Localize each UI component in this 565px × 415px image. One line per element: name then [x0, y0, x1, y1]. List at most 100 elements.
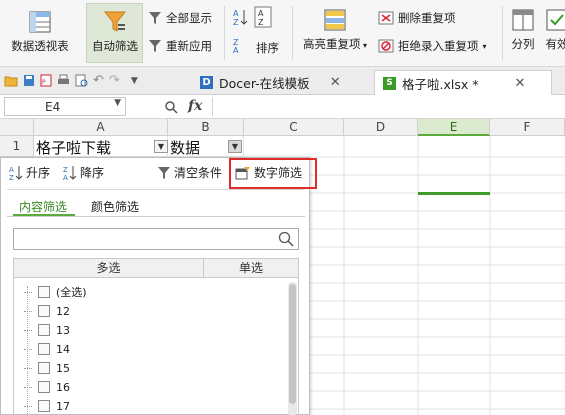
sort-label[interactable]: 排序: [256, 40, 279, 56]
sort-ascending-label: 升序: [26, 166, 51, 180]
list-item[interactable]: 12: [24, 303, 70, 319]
ribbon-toolbar: 数据透视表 自动筛选 全部显示 重新应用 A Z A Z Z A 排序 高亮重复…: [0, 0, 565, 67]
filter-search-input[interactable]: [13, 228, 299, 250]
sort-desc-quick-button[interactable]: Z A: [232, 38, 248, 54]
tab-workbook-label: 格子啦.xlsx *: [402, 76, 479, 92]
tab-content-filter[interactable]: 内容筛选: [19, 198, 67, 215]
svg-text:Z: Z: [233, 18, 239, 26]
checkbox[interactable]: [38, 286, 50, 298]
svg-text:A: A: [233, 46, 239, 54]
list-item[interactable]: 15: [24, 360, 70, 376]
name-box[interactable]: E4 ▼: [4, 97, 126, 116]
list-item-label: (全选): [56, 286, 87, 299]
zoom-function-icon[interactable]: [164, 100, 178, 114]
list-item-label: 14: [56, 342, 70, 356]
highlight-duplicates-button[interactable]: 高亮重复项 ▾: [298, 8, 372, 52]
document-tab-bar: P ↶ ↷ ▼ D Docer-在线模板 ✕ S 格子啦.xlsx * ✕: [0, 67, 565, 95]
list-item[interactable]: (全选): [24, 284, 87, 300]
remove-duplicates-button[interactable]: 删除重复项: [378, 10, 456, 26]
reject-duplicates-button[interactable]: 拒绝录入重复项 ▾: [378, 38, 487, 54]
list-item[interactable]: 17: [24, 398, 70, 414]
pivot-table-icon: [29, 11, 51, 33]
tab-color-filter[interactable]: 颜色筛选: [91, 198, 139, 215]
checkbox[interactable]: [38, 324, 50, 336]
list-item-label: 17: [56, 399, 70, 413]
sort-icon: A Z: [254, 6, 272, 28]
pivot-table-button[interactable]: 数据透视表: [8, 10, 72, 54]
validation-button[interactable]: 有效: [542, 8, 565, 52]
funnel-refresh-icon: [149, 40, 161, 52]
active-tab-underline: [13, 214, 75, 216]
list-item[interactable]: 14: [24, 341, 70, 357]
auto-filter-button[interactable]: 自动筛选: [88, 10, 142, 54]
sort-button-top[interactable]: A Z: [254, 6, 272, 28]
close-tab-icon[interactable]: ✕: [330, 75, 341, 90]
checkbox[interactable]: [38, 381, 50, 393]
sort-ascending-icon: A Z: [9, 165, 23, 181]
undo-icon[interactable]: ↶: [93, 73, 104, 88]
tab-docer-label: Docer-在线模板: [219, 76, 310, 91]
export-pdf-icon[interactable]: P: [40, 74, 52, 87]
reapply-button[interactable]: 重新应用: [148, 38, 212, 54]
formula-input[interactable]: [212, 97, 565, 116]
sort-az-icon: A Z: [233, 9, 248, 26]
clear-conditions-button[interactable]: 清空条件: [157, 164, 222, 181]
split-column-label: 分列: [511, 37, 535, 51]
checkbox[interactable]: [38, 343, 50, 355]
close-tab-icon[interactable]: ✕: [514, 76, 525, 91]
checkbox[interactable]: [38, 400, 50, 412]
clear-filter-icon: [158, 166, 170, 179]
filter-value-list: (全选) 12 13 14 15 16 17: [13, 278, 299, 415]
list-item-label: 16: [56, 380, 70, 394]
spreadsheet-icon: S: [383, 76, 396, 90]
list-item-label: 13: [56, 323, 70, 337]
tab-workbook[interactable]: S 格子啦.xlsx * ✕: [374, 70, 552, 95]
svg-text:Z: Z: [258, 18, 264, 27]
sort-descending-button[interactable]: Z A 降序: [63, 164, 104, 181]
checkbox[interactable]: [38, 305, 50, 317]
chevron-down-icon[interactable]: ▼: [114, 98, 121, 108]
svg-text:A: A: [258, 9, 264, 18]
sort-descending-label: 降序: [80, 166, 105, 180]
svg-text:P: P: [42, 79, 46, 86]
svg-text:A: A: [9, 166, 14, 174]
ribbon-separator: [502, 6, 503, 60]
sort-za-icon: Z A: [233, 38, 239, 54]
clear-conditions-label: 清空条件: [174, 166, 223, 180]
list-item[interactable]: 13: [24, 322, 70, 338]
tab-docer[interactable]: D Docer-在线模板 ✕: [192, 70, 374, 95]
customize-dropdown-icon[interactable]: ▼: [131, 76, 138, 86]
sort-descending-icon: Z A: [63, 165, 77, 181]
remove-duplicates-label: 删除重复项: [398, 11, 456, 25]
show-all-button[interactable]: 全部显示: [148, 10, 212, 26]
single-select-header[interactable]: 单选: [204, 259, 298, 277]
highlight-duplicates-icon: [324, 9, 346, 31]
print-preview-icon[interactable]: [75, 74, 88, 87]
svg-text:Z: Z: [9, 174, 14, 181]
quick-access-toolbar: P ↶ ↷ ▼: [4, 73, 138, 88]
list-scrollbar[interactable]: [288, 282, 297, 415]
split-column-icon: [512, 9, 534, 31]
name-box-value: E4: [45, 99, 61, 114]
list-item[interactable]: 16: [24, 379, 70, 395]
reject-duplicates-label: 拒绝录入重复项: [398, 39, 479, 53]
sort-asc-quick-button[interactable]: A Z: [232, 8, 248, 26]
formula-bar: E4 ▼ fx: [0, 95, 565, 119]
insert-function-icon[interactable]: fx: [188, 98, 202, 114]
active-cell-e4-border[interactable]: [418, 192, 490, 195]
selection-mode-header: 多选 单选: [13, 258, 299, 278]
split-column-button[interactable]: 分列: [506, 8, 540, 52]
print-icon[interactable]: [57, 74, 70, 87]
sort-ascending-button[interactable]: A Z 升序: [9, 164, 50, 181]
highlight-duplicates-label: 高亮重复项: [302, 37, 361, 51]
checkbox[interactable]: [38, 362, 50, 374]
svg-text:A: A: [63, 174, 68, 181]
save-icon[interactable]: [23, 74, 35, 87]
redo-icon[interactable]: ↷: [109, 73, 120, 88]
search-icon[interactable]: [278, 231, 294, 247]
validation-label: 有效: [545, 37, 565, 51]
list-item-label: 15: [56, 361, 70, 375]
scrollbar-thumb[interactable]: [289, 284, 296, 404]
multi-select-header[interactable]: 多选: [14, 259, 204, 277]
open-folder-icon[interactable]: [4, 74, 18, 87]
